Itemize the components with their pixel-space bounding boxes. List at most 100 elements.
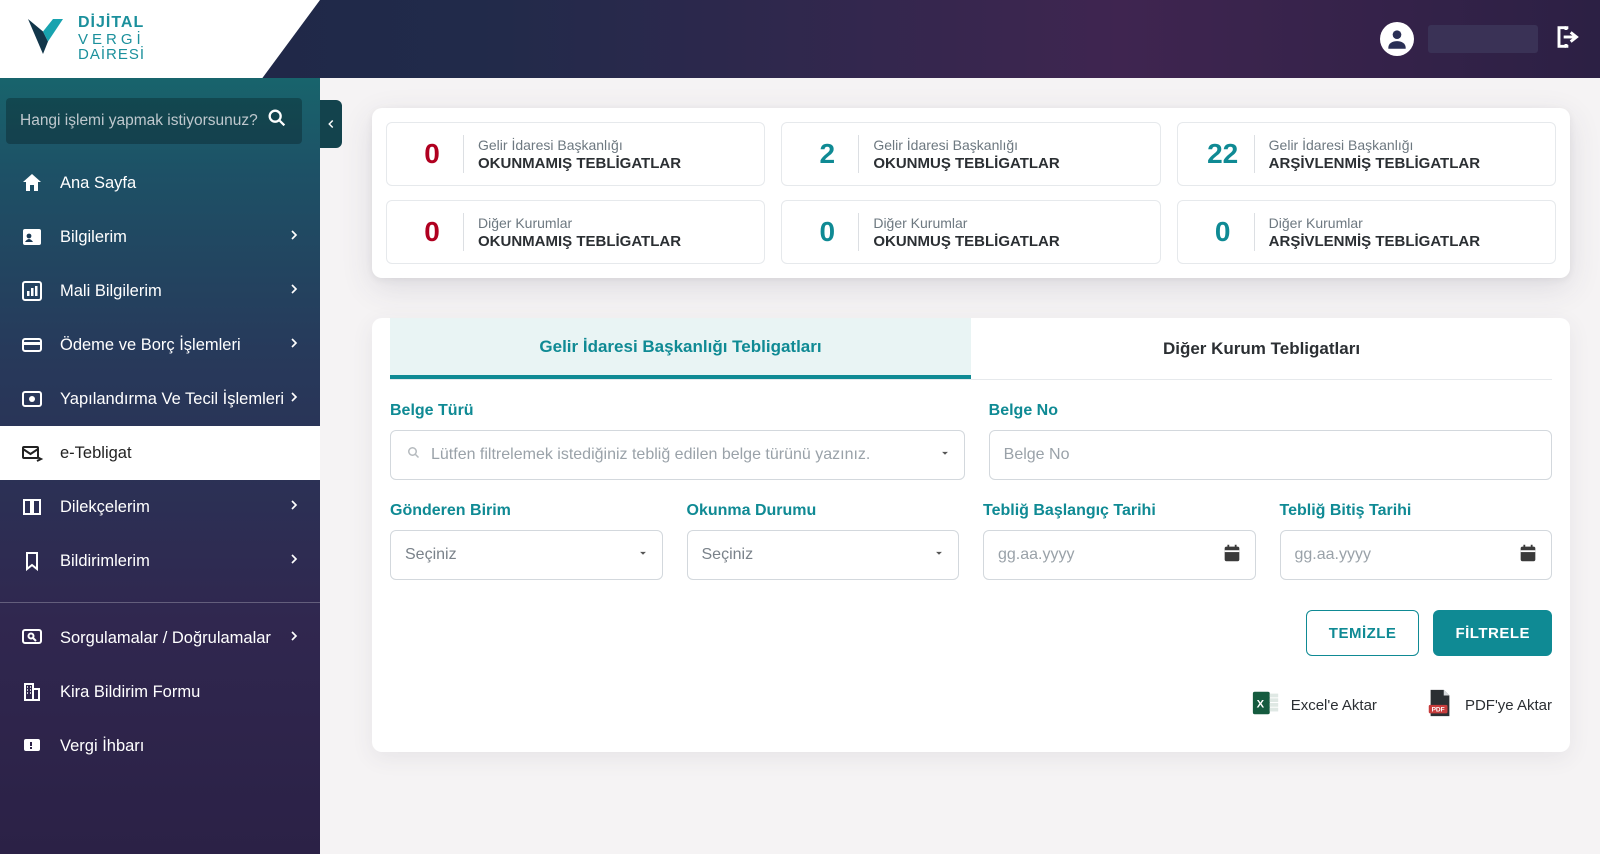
brand-line3: DAİRESİ <box>78 47 145 63</box>
sidebar-item-label: Bildirimlerim <box>60 552 150 571</box>
svg-text:X: X <box>1256 699 1264 711</box>
sidebar-item-kira[interactable]: Kira Bildirim Formu <box>0 665 320 719</box>
input-bitis-wrap[interactable] <box>1280 530 1553 580</box>
input-belge-turu[interactable] <box>431 446 950 464</box>
stat-read-other[interactable]: 0 Diğer Kurumlar OKUNMUŞ TEBLİGATLAR <box>781 200 1160 264</box>
export-pdf-button[interactable]: PDF PDF'ye Aktar <box>1425 688 1552 722</box>
sidebar-collapse-handle[interactable] <box>320 100 342 148</box>
search-box[interactable] <box>6 98 302 144</box>
stats-row-2: 0 Diğer Kurumlar OKUNMAMIŞ TEBLİGATLAR 0… <box>386 200 1556 264</box>
filter-actions: TEMİZLE FİLTRELE <box>390 610 1552 656</box>
calendar-icon[interactable] <box>1221 542 1243 569</box>
chevron-right-icon <box>286 227 302 248</box>
sidebar-item-odeme[interactable]: Ödeme ve Borç İşlemleri <box>0 318 320 372</box>
user-name[interactable] <box>1428 25 1538 53</box>
filter-button[interactable]: FİLTRELE <box>1433 610 1552 656</box>
search-screen-icon <box>18 626 46 650</box>
stat-sub: Diğer Kurumlar <box>478 215 681 231</box>
user-avatar-icon[interactable] <box>1380 22 1414 56</box>
chevron-right-icon <box>286 628 302 649</box>
tab-other[interactable]: Diğer Kurum Tebligatları <box>971 318 1552 379</box>
sidebar-item-bilgilerim[interactable]: Bilgilerim <box>0 210 320 264</box>
sidebar-item-mali-bilgilerim[interactable]: Mali Bilgilerim <box>0 264 320 318</box>
input-belge-no-wrap[interactable] <box>989 430 1552 480</box>
input-baslangic-wrap[interactable] <box>983 530 1256 580</box>
sidebar-item-yapilandirma[interactable]: Yapılandırma Ve Tecil İşlemleri <box>0 372 320 426</box>
stat-sub: Diğer Kurumlar <box>873 215 1059 231</box>
input-baslangic[interactable] <box>998 546 1241 564</box>
input-bitis[interactable] <box>1295 546 1538 564</box>
mail-forward-icon <box>18 441 46 465</box>
stat-sub: Gelir İdaresi Başkanlığı <box>873 137 1059 153</box>
chevron-right-icon <box>286 551 302 572</box>
label-baslangic: Tebliğ Başlangıç Tarihi <box>983 502 1256 520</box>
caret-down-icon <box>932 546 946 565</box>
sidebar-item-bildirimlerim[interactable]: Bildirimlerim <box>0 534 320 588</box>
sidebar-item-label: e-Tebligat <box>60 444 132 463</box>
sidebar-item-ana-sayfa[interactable]: Ana Sayfa <box>0 156 320 210</box>
select-okunma-value: Seçiniz <box>702 546 754 564</box>
sidebar-item-label: Bilgilerim <box>60 228 127 247</box>
sidebar-item-label: Ana Sayfa <box>60 174 136 193</box>
stat-number: 2 <box>796 138 858 170</box>
sidebar-item-label: Yapılandırma Ve Tecil İşlemleri <box>60 390 284 409</box>
select-okunma[interactable]: Seçiniz <box>687 530 960 580</box>
caret-down-icon <box>636 546 650 565</box>
sidebar-item-label: Dilekçelerim <box>60 498 150 517</box>
sidebar-item-e-tebligat[interactable]: e-Tebligat <box>0 426 320 480</box>
chart-icon <box>18 279 46 303</box>
label-gonderen: Gönderen Birim <box>390 502 663 520</box>
brand-line1: DİJİTAL <box>78 15 145 32</box>
label-okunma: Okunma Durumu <box>687 502 960 520</box>
stat-number: 0 <box>401 138 463 170</box>
stat-unread-other[interactable]: 0 Diğer Kurumlar OKUNMAMIŞ TEBLİGATLAR <box>386 200 765 264</box>
chevron-right-icon <box>286 497 302 518</box>
stat-title: OKUNMUŞ TEBLİGATLAR <box>873 155 1059 172</box>
stat-title: OKUNMUŞ TEBLİGATLAR <box>873 233 1059 250</box>
app-header: DİJİTAL VERGİ DAİRESİ <box>0 0 1600 78</box>
stat-number: 22 <box>1192 138 1254 170</box>
excel-icon: X <box>1251 688 1281 722</box>
sidebar-item-label: Mali Bilgilerim <box>60 282 162 301</box>
clear-button[interactable]: TEMİZLE <box>1306 610 1420 656</box>
brand-block: DİJİTAL VERGİ DAİRESİ <box>0 0 320 78</box>
tab-gib[interactable]: Gelir İdaresi Başkanlığı Tebligatları <box>390 318 971 379</box>
chevron-right-icon <box>286 335 302 356</box>
sidebar-item-label: Vergi İhbarı <box>60 737 144 756</box>
building-icon <box>18 680 46 704</box>
export-excel-button[interactable]: X Excel'e Aktar <box>1251 688 1377 722</box>
stat-number: 0 <box>1192 216 1254 248</box>
stat-read-gib[interactable]: 2 Gelir İdaresi Başkanlığı OKUNMUŞ TEBLİ… <box>781 122 1160 186</box>
header-right <box>1380 22 1580 56</box>
logout-button[interactable] <box>1552 23 1580 56</box>
calendar-icon[interactable] <box>1517 542 1539 569</box>
home-icon <box>18 171 46 195</box>
sidebar-nav: Ana Sayfa Bilgilerim Mali Bilgilerim Öde… <box>0 156 320 773</box>
stat-title: OKUNMAMIŞ TEBLİGATLAR <box>478 155 681 172</box>
stat-number: 0 <box>401 216 463 248</box>
stat-title: ARŞİVLENMİŞ TEBLİGATLAR <box>1269 155 1480 172</box>
stat-unread-gib[interactable]: 0 Gelir İdaresi Başkanlığı OKUNMAMIŞ TEB… <box>386 122 765 186</box>
input-belge-no[interactable] <box>1004 446 1537 464</box>
sidebar-item-dilekcelerim[interactable]: Dilekçelerim <box>0 480 320 534</box>
sidebar: Ana Sayfa Bilgilerim Mali Bilgilerim Öde… <box>0 78 320 854</box>
chevron-right-icon <box>286 389 302 410</box>
sidebar-separator <box>0 602 320 603</box>
stat-archived-other[interactable]: 0 Diğer Kurumlar ARŞİVLENMİŞ TEBLİGATLAR <box>1177 200 1556 264</box>
main-content: 0 Gelir İdaresi Başkanlığı OKUNMAMIŞ TEB… <box>342 78 1600 854</box>
stat-title: ARŞİVLENMİŞ TEBLİGATLAR <box>1269 233 1480 250</box>
sidebar-item-label: Sorgulamalar / Doğrulamalar <box>60 629 271 648</box>
sidebar-item-label: Kira Bildirim Formu <box>60 683 200 702</box>
svg-text:PDF: PDF <box>1432 706 1445 713</box>
select-belge-turu[interactable] <box>390 430 965 480</box>
export-pdf-label: PDF'ye Aktar <box>1465 697 1552 714</box>
search-input[interactable] <box>20 112 266 130</box>
select-gonderen[interactable]: Seçiniz <box>390 530 663 580</box>
export-row: X Excel'e Aktar PDF PDF'ye Aktar <box>390 688 1552 722</box>
tabs: Gelir İdaresi Başkanlığı Tebligatları Di… <box>390 318 1552 380</box>
brand-text: DİJİTAL VERGİ DAİRESİ <box>78 15 145 63</box>
sidebar-item-sorgulamalar[interactable]: Sorgulamalar / Doğrulamalar <box>0 611 320 665</box>
stat-archived-gib[interactable]: 22 Gelir İdaresi Başkanlığı ARŞİVLENMİŞ … <box>1177 122 1556 186</box>
book-icon <box>18 495 46 519</box>
sidebar-item-vergi-ihbari[interactable]: Vergi İhbarı <box>0 719 320 773</box>
